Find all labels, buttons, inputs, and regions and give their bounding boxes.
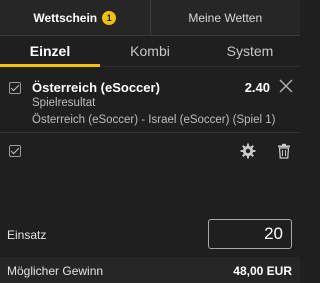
bet-type-tabs: Einzel Kombi System <box>0 36 300 67</box>
top-tab-bar: Wettschein 1 Meine Wetten <box>0 0 300 36</box>
betslip-count-badge: 1 <box>102 10 117 25</box>
tab-my-bets[interactable]: Meine Wetten <box>151 0 301 35</box>
potential-win-row: Möglicher Gewinn 48,00 EUR <box>0 257 300 283</box>
tab-system[interactable]: System <box>200 36 300 66</box>
tab-einzel[interactable]: Einzel <box>0 36 100 67</box>
potential-win-label: Möglicher Gewinn <box>7 264 104 278</box>
market-name: Spielresultat <box>32 97 96 109</box>
event-name: Österreich (eSoccer) - Israel (eSoccer) … <box>32 114 276 126</box>
checkbox-icon[interactable] <box>9 82 21 94</box>
divider <box>0 132 300 133</box>
tab-kombi[interactable]: Kombi <box>100 36 200 66</box>
selection-odds: 2.40 <box>244 80 270 95</box>
tab-betslip-label: Wettschein <box>33 10 98 25</box>
potential-win-value: 48,00 EUR <box>233 264 292 278</box>
bet-selection: Österreich (eSoccer) 2.40 Spielresultat … <box>0 75 300 132</box>
gear-icon[interactable] <box>240 143 256 159</box>
select-all-checkbox-icon[interactable] <box>9 145 21 157</box>
tab-betslip[interactable]: Wettschein 1 <box>0 0 151 35</box>
bet-actions <box>0 141 300 165</box>
close-icon[interactable] <box>278 78 294 94</box>
stake-input[interactable] <box>208 219 292 249</box>
trash-icon[interactable] <box>276 143 292 159</box>
selection-name: Österreich (eSoccer) <box>32 80 160 95</box>
stake-label: Einsatz <box>7 228 47 242</box>
tab-my-bets-label: Meine Wetten <box>188 10 263 25</box>
stake-row: Einsatz <box>0 219 300 249</box>
